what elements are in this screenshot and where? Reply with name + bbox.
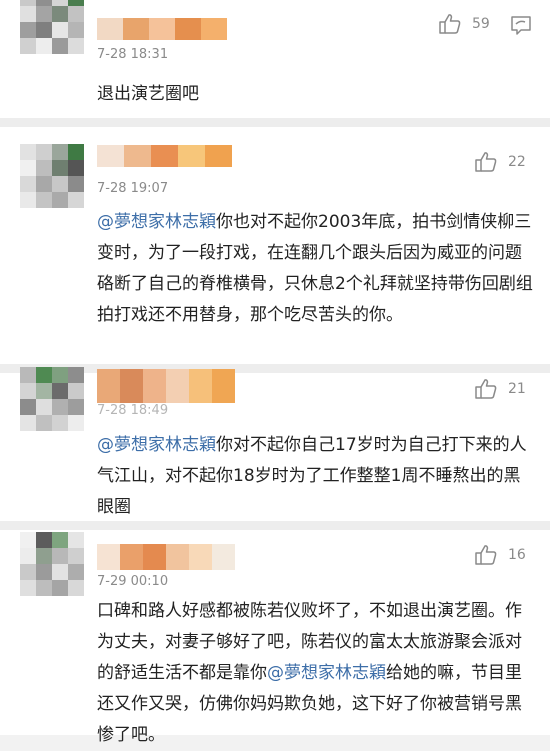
- avatar[interactable]: [20, 532, 84, 596]
- avatar[interactable]: [20, 144, 84, 208]
- like-button[interactable]: 21: [474, 377, 526, 401]
- comment-text: 退出演艺圈吧: [97, 84, 199, 104]
- thumbs-up-icon: [475, 379, 497, 399]
- username-blurred[interactable]: [97, 145, 232, 167]
- share-button[interactable]: [510, 15, 532, 39]
- comment-time: 7-29 00:10: [97, 574, 169, 589]
- like-count: 59: [472, 16, 490, 32]
- thumbs-up-icon: [475, 152, 497, 172]
- comment-text: 口碑和路人好感都被陈若仪败坏了，不如退出演艺圈。作为丈夫，对妻子够好了吧，陈若仪…: [97, 596, 537, 751]
- like-count: 21: [508, 381, 526, 397]
- mention-link[interactable]: @夢想家林志穎: [97, 212, 216, 232]
- username-blurred[interactable]: [97, 18, 227, 40]
- comment-text: @夢想家林志穎你也对不起你2003年底，拍书剑情侠柳三变时，为了一段打戏，在连翻…: [97, 207, 537, 331]
- like-button[interactable]: 16: [474, 543, 526, 567]
- divider: [0, 521, 550, 530]
- avatar[interactable]: [20, 0, 84, 54]
- comment-time: 7-28 18:49: [97, 403, 169, 418]
- like-button[interactable]: 59: [438, 12, 490, 36]
- comment-time: 7-28 19:07: [97, 181, 169, 196]
- username-blurred[interactable]: [97, 544, 235, 570]
- avatar[interactable]: [20, 367, 84, 431]
- like-count: 16: [508, 547, 526, 563]
- comment-card: 7-28 18:31 59 退出演艺圈吧: [0, 0, 550, 118]
- comment-card: 7-28 18:49 21 @夢想家林志穎你对不起你自己17岁时为自己打下来的人…: [0, 367, 550, 523]
- comment-time: 7-28 18:31: [97, 47, 169, 62]
- mention-link[interactable]: @夢想家林志穎: [97, 435, 216, 455]
- like-count: 22: [508, 154, 526, 170]
- username-blurred[interactable]: [97, 369, 235, 403]
- mention-link[interactable]: @夢想家林志穎: [267, 663, 386, 683]
- thumbs-up-icon: [439, 14, 461, 34]
- like-button[interactable]: 22: [474, 150, 526, 174]
- thumbs-up-icon: [475, 545, 497, 565]
- comment-card: 7-28 19:07 22 @夢想家林志穎你也对不起你2003年底，拍书剑情侠柳…: [0, 127, 550, 364]
- divider: [0, 118, 550, 127]
- comment-card: 7-29 00:10 16 口碑和路人好感都被陈若仪败坏了，不如退出演艺圈。作为…: [0, 530, 550, 745]
- share-icon: [511, 16, 531, 35]
- comment-text: @夢想家林志穎你对不起你自己17岁时为自己打下来的人气江山，对不起你18岁时为了…: [97, 430, 537, 523]
